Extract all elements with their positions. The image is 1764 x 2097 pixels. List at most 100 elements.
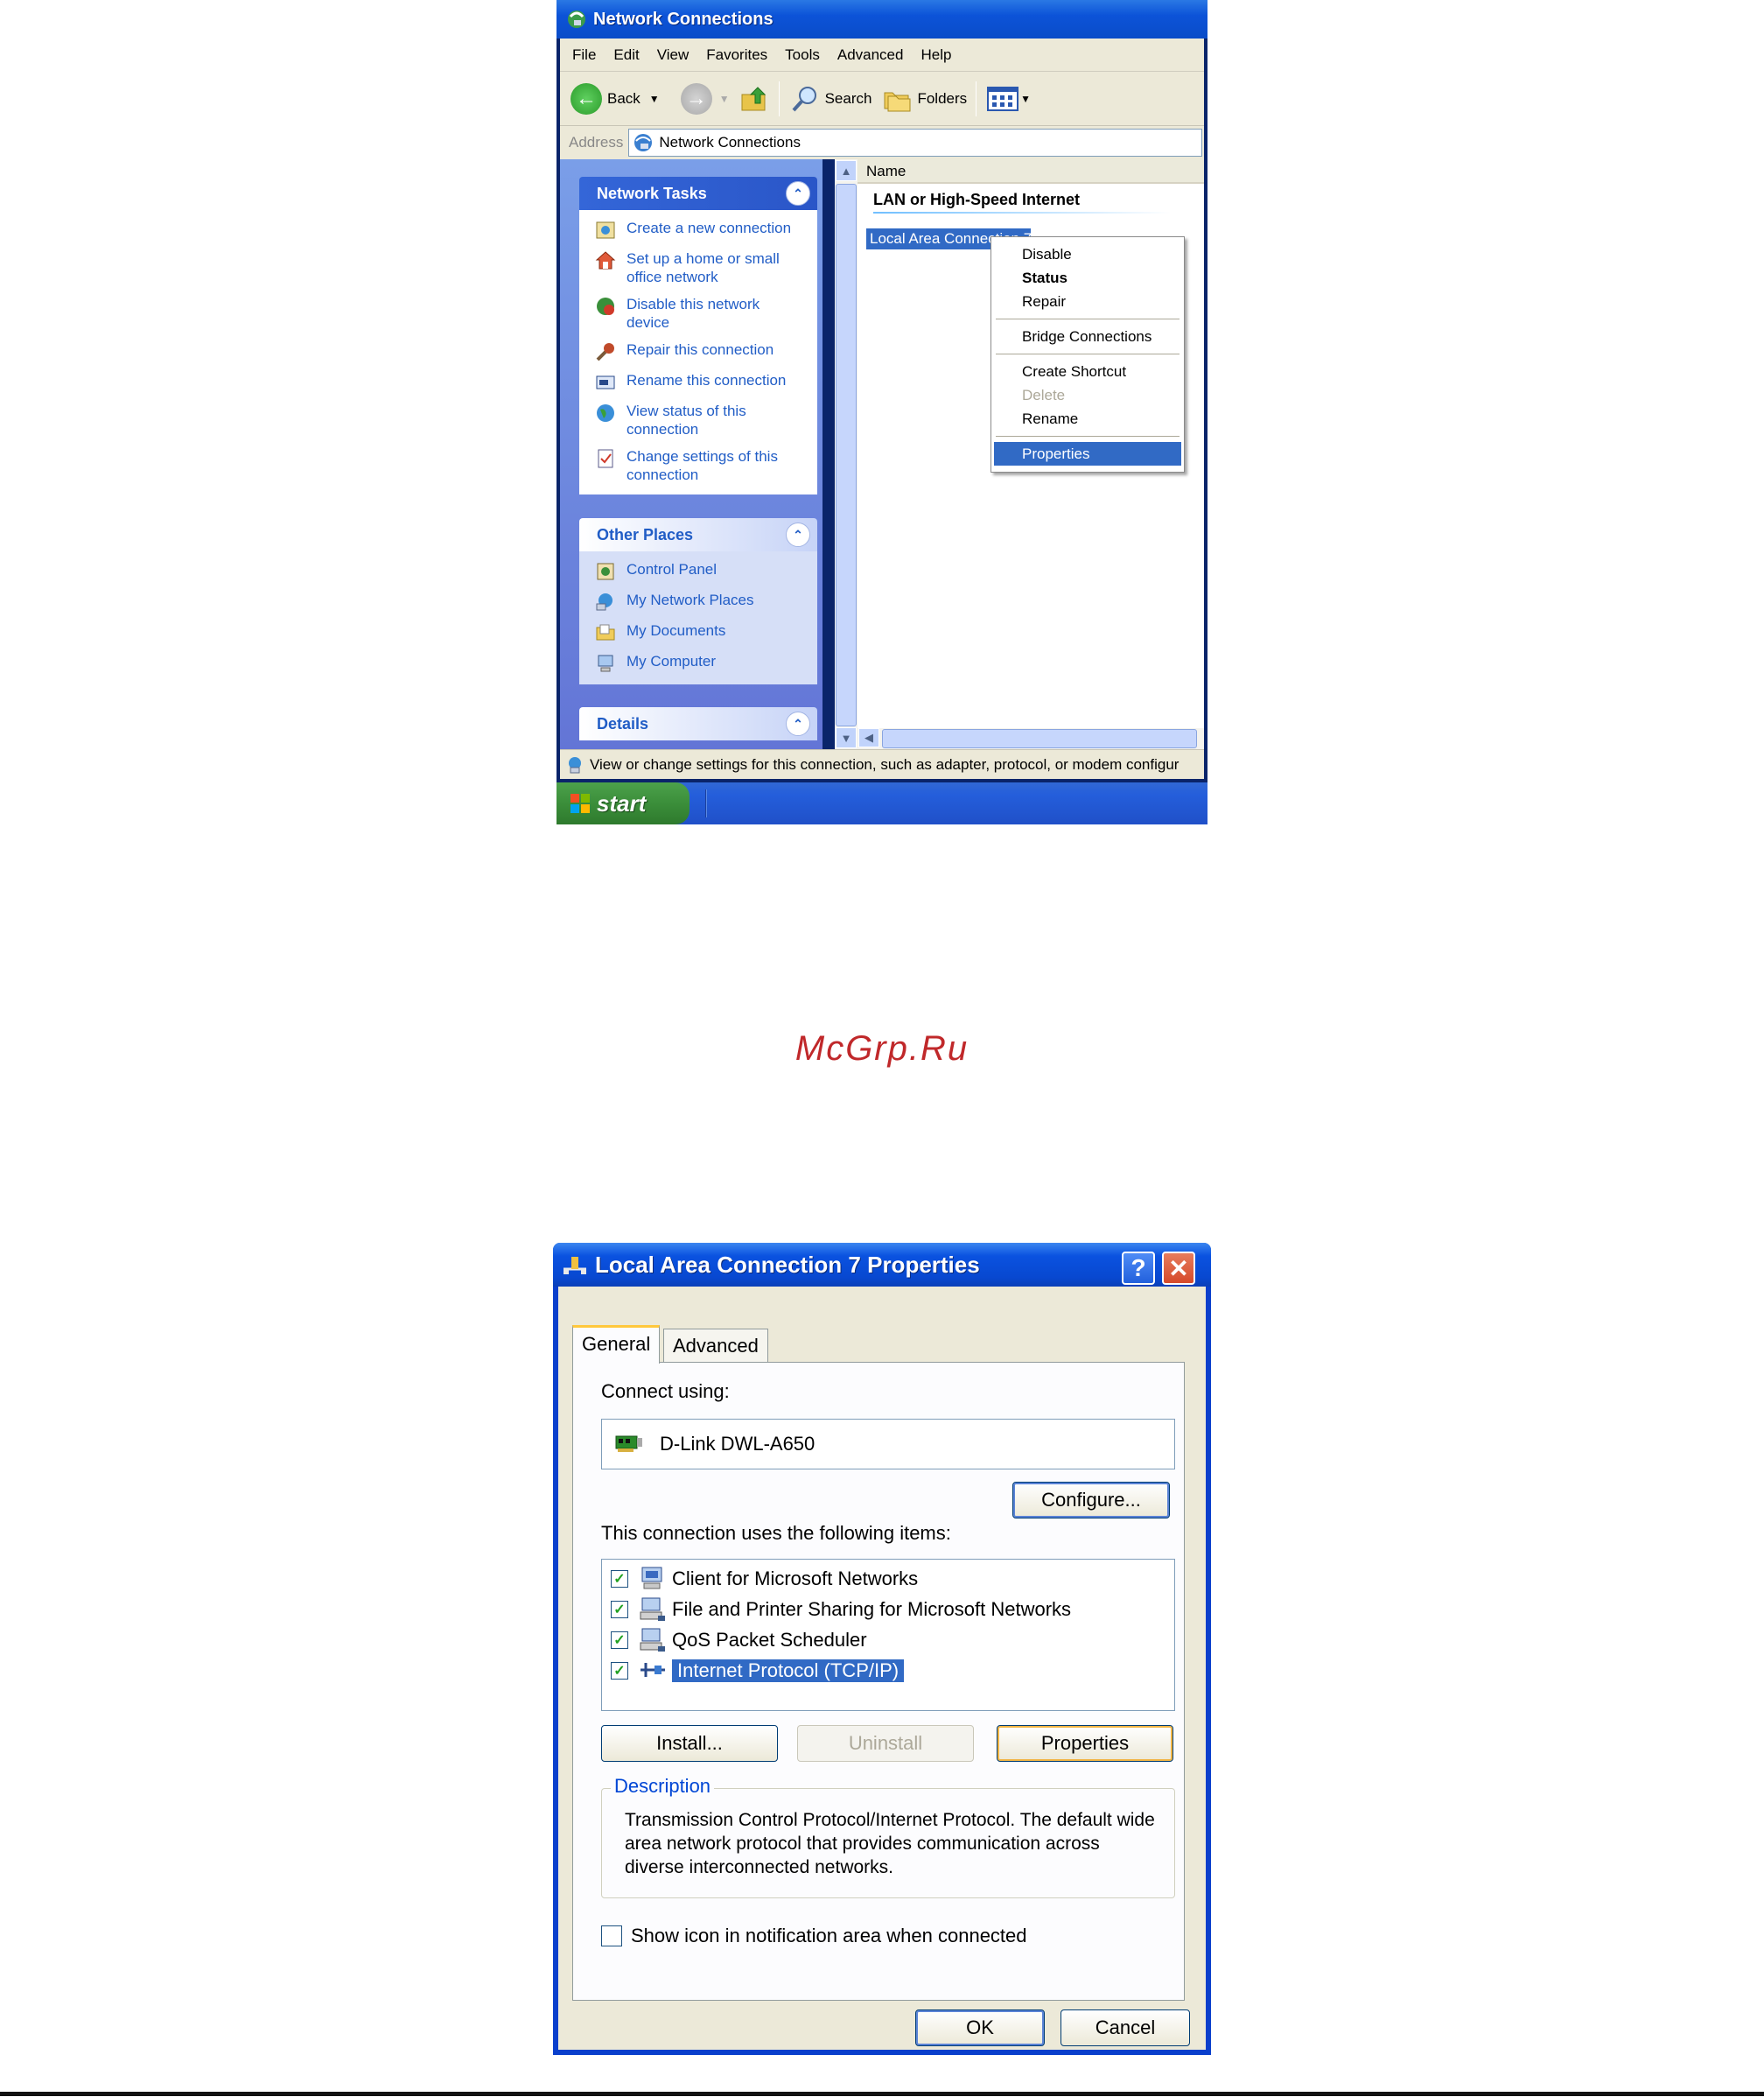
up-folder-icon bbox=[741, 86, 766, 110]
settings-document-icon bbox=[598, 449, 613, 468]
taskbar: start bbox=[556, 782, 1208, 824]
adapter-name: D-Link DWL-A650 bbox=[660, 1433, 816, 1455]
collapse-chevron-icon[interactable]: ⌃ bbox=[786, 522, 810, 547]
dropdown-arrow-icon[interactable]: ▼ bbox=[719, 93, 730, 105]
close-button[interactable]: ✕ bbox=[1162, 1252, 1195, 1285]
network-tasks-list: Create a new connection Set up a home or… bbox=[579, 210, 817, 494]
general-panel: Connect using: D-Link DWL-A650 Configure… bbox=[572, 1362, 1185, 2001]
network-tasks-header[interactable]: Network Tasks ⌃ bbox=[579, 177, 817, 210]
network-tasks-title: Network Tasks bbox=[597, 184, 707, 202]
menu-item-delete: Delete bbox=[1022, 387, 1066, 403]
help-button[interactable]: ? bbox=[1122, 1252, 1155, 1285]
task-rename-connection[interactable]: Rename this connection bbox=[595, 371, 808, 393]
menu-tools[interactable]: Tools bbox=[785, 46, 820, 64]
back-arrow-icon: ← bbox=[570, 82, 602, 115]
menu-item-rename[interactable]: Rename bbox=[994, 407, 1181, 431]
menu-item-disable[interactable]: Disable bbox=[994, 242, 1181, 266]
item-label: QoS Packet Scheduler bbox=[672, 1628, 867, 1651]
ok-button[interactable]: OK bbox=[915, 2009, 1045, 2046]
scrollbar-thumb[interactable] bbox=[836, 184, 857, 726]
vertical-scrollbar[interactable]: ▲ ▼ bbox=[835, 159, 858, 749]
item-checkbox[interactable]: ✓ bbox=[611, 1569, 628, 1588]
show-icon-option[interactable]: Show icon in notification area when conn… bbox=[601, 1925, 1027, 1947]
disable-network-icon bbox=[597, 298, 614, 315]
collapse-chevron-icon[interactable]: ⌃ bbox=[786, 712, 810, 736]
address-bar: Address Network Connections bbox=[560, 126, 1204, 159]
folders-button[interactable]: Folders bbox=[882, 84, 967, 114]
scroll-left-icon[interactable]: ◀ bbox=[858, 728, 879, 747]
list-item[interactable]: ✓ QoS Packet Scheduler bbox=[611, 1624, 1166, 1655]
views-button[interactable]: ▼ bbox=[987, 86, 1031, 112]
search-icon bbox=[792, 86, 816, 111]
group-divider bbox=[873, 212, 1171, 214]
start-label: start bbox=[597, 789, 647, 817]
forward-button[interactable]: → ▼ bbox=[670, 82, 730, 115]
components-list[interactable]: ✓ Client for Microsoft Networks ✓ File a… bbox=[601, 1559, 1175, 1711]
place-my-documents[interactable]: My Documents bbox=[595, 621, 808, 643]
up-folder-button[interactable] bbox=[740, 84, 770, 114]
menu-file[interactable]: File bbox=[572, 46, 596, 64]
show-icon-checkbox[interactable] bbox=[601, 1925, 622, 1946]
horizontal-scrollbar[interactable]: ◀ bbox=[858, 728, 1204, 749]
place-control-panel[interactable]: Control Panel bbox=[595, 560, 808, 582]
configure-button[interactable]: Configure... bbox=[1012, 1482, 1170, 1518]
local-area-connection-item[interactable]: Local Area Connection 7 bbox=[866, 228, 1031, 249]
details-header[interactable]: Details ⌃ bbox=[579, 707, 817, 740]
dropdown-arrow-icon[interactable]: ▼ bbox=[649, 93, 660, 105]
wrench-icon bbox=[596, 343, 614, 361]
scroll-down-icon[interactable]: ▼ bbox=[836, 727, 857, 748]
other-places-header[interactable]: Other Places ⌃ bbox=[579, 518, 817, 551]
search-button[interactable]: Search bbox=[790, 84, 872, 114]
task-create-connection[interactable]: Create a new connection bbox=[595, 219, 808, 241]
column-header-name[interactable]: Name bbox=[858, 159, 1204, 184]
list-item[interactable]: ✓ File and Printer Sharing for Microsoft… bbox=[611, 1594, 1166, 1624]
install-button[interactable]: Install... bbox=[601, 1725, 778, 1762]
task-disable-device[interactable]: Disable this network device bbox=[595, 295, 808, 332]
address-value: Network Connections bbox=[659, 134, 801, 151]
list-item[interactable]: ✓ Client for Microsoft Networks bbox=[611, 1563, 1166, 1594]
page-bottom-rule bbox=[0, 2092, 1764, 2096]
task-change-settings[interactable]: Change settings of this connection bbox=[595, 447, 808, 484]
place-my-network-places[interactable]: My Network Places bbox=[595, 591, 808, 613]
network-connections-icon bbox=[568, 11, 585, 28]
menu-item-properties[interactable]: Properties bbox=[994, 442, 1181, 466]
menu-edit[interactable]: Edit bbox=[613, 46, 639, 64]
menu-advanced[interactable]: Advanced bbox=[837, 46, 904, 64]
scroll-up-icon[interactable]: ▲ bbox=[836, 160, 857, 181]
address-label: Address bbox=[569, 134, 624, 151]
menu-item-repair[interactable]: Repair bbox=[994, 290, 1181, 313]
lan-connection-icon bbox=[564, 1257, 586, 1274]
close-icon: ✕ bbox=[1168, 1254, 1189, 1282]
menu-item-bridge-connections[interactable]: Bridge Connections bbox=[994, 325, 1181, 348]
tab-general[interactable]: General bbox=[572, 1325, 661, 1364]
client-network-icon bbox=[641, 1567, 662, 1589]
window-titlebar[interactable]: Network Connections bbox=[556, 0, 1208, 39]
place-my-computer[interactable]: My Computer bbox=[595, 652, 808, 674]
menu-help[interactable]: Help bbox=[920, 46, 951, 64]
windows-logo-icon bbox=[570, 794, 590, 813]
properties-button[interactable]: Properties bbox=[997, 1725, 1173, 1762]
network-connections-icon bbox=[634, 134, 653, 151]
tab-advanced[interactable]: Advanced bbox=[663, 1329, 768, 1364]
dialog-titlebar[interactable]: Local Area Connection 7 Properties ? ✕ bbox=[553, 1243, 1211, 1287]
scrollbar-thumb[interactable] bbox=[882, 729, 1197, 748]
menu-view[interactable]: View bbox=[657, 46, 690, 64]
item-checkbox[interactable]: ✓ bbox=[611, 1631, 628, 1649]
window-title: Network Connections bbox=[593, 9, 774, 29]
back-button[interactable]: ← Back ▼ bbox=[570, 82, 660, 115]
collapse-chevron-icon[interactable]: ⌃ bbox=[786, 181, 810, 206]
network-tasks-box: Network Tasks ⌃ Create a new connection … bbox=[579, 177, 817, 494]
item-checkbox[interactable]: ✓ bbox=[611, 1600, 628, 1618]
menu-item-create-shortcut[interactable]: Create Shortcut bbox=[994, 360, 1181, 383]
item-checkbox[interactable]: ✓ bbox=[611, 1661, 628, 1680]
task-repair-connection[interactable]: Repair this connection bbox=[595, 340, 808, 362]
cancel-button[interactable]: Cancel bbox=[1060, 2009, 1190, 2046]
dropdown-arrow-icon[interactable]: ▼ bbox=[1020, 93, 1031, 105]
start-button[interactable]: start bbox=[556, 782, 690, 824]
list-item[interactable]: ✓ Internet Protocol (TCP/IP) bbox=[611, 1655, 1166, 1686]
menu-favorites[interactable]: Favorites bbox=[706, 46, 767, 64]
menu-item-status[interactable]: Status bbox=[994, 266, 1181, 290]
task-setup-home-network[interactable]: Set up a home or small office network bbox=[595, 249, 808, 286]
task-view-status[interactable]: View status of this connection bbox=[595, 402, 808, 438]
address-field[interactable]: Network Connections bbox=[628, 129, 1202, 157]
